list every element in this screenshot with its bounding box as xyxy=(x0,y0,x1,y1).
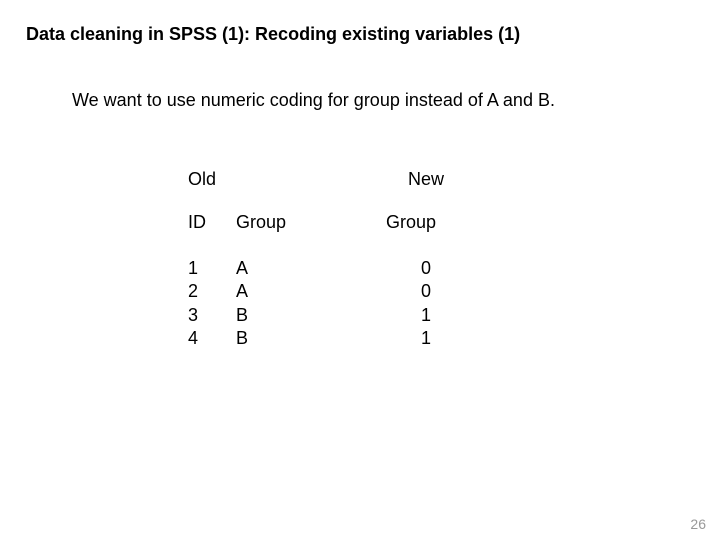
cell-id: 4 xyxy=(188,327,236,350)
cell-new-group: 1 xyxy=(386,304,466,327)
table-row: 2 A 0 xyxy=(188,280,466,303)
cell-id: 3 xyxy=(188,304,236,327)
spacer xyxy=(236,168,386,191)
table-section-header-row: Old New xyxy=(188,168,466,191)
cell-id: 1 xyxy=(188,257,236,280)
table-row: 3 B 1 xyxy=(188,304,466,327)
id-column-header: ID xyxy=(188,211,236,234)
table-column-header-row: ID Group Group xyxy=(188,211,466,234)
table-row: 4 B 1 xyxy=(188,327,466,350)
cell-old-group: A xyxy=(236,257,386,280)
page-number: 26 xyxy=(690,516,706,532)
page-title: Data cleaning in SPSS (1): Recoding exis… xyxy=(26,24,520,45)
old-group-column-header: Group xyxy=(236,211,386,234)
cell-old-group: B xyxy=(236,327,386,350)
table-row: 1 A 0 xyxy=(188,257,466,280)
cell-old-group: B xyxy=(236,304,386,327)
old-header: Old xyxy=(188,168,236,191)
page-subtitle: We want to use numeric coding for group … xyxy=(72,90,555,111)
cell-new-group: 0 xyxy=(386,280,466,303)
recode-table: Old New ID Group Group 1 A 0 2 A 0 3 B 1… xyxy=(188,168,466,350)
cell-id: 2 xyxy=(188,280,236,303)
cell-new-group: 1 xyxy=(386,327,466,350)
new-group-column-header: Group xyxy=(386,211,466,234)
cell-new-group: 0 xyxy=(386,257,466,280)
cell-old-group: A xyxy=(236,280,386,303)
new-header: New xyxy=(386,168,466,191)
